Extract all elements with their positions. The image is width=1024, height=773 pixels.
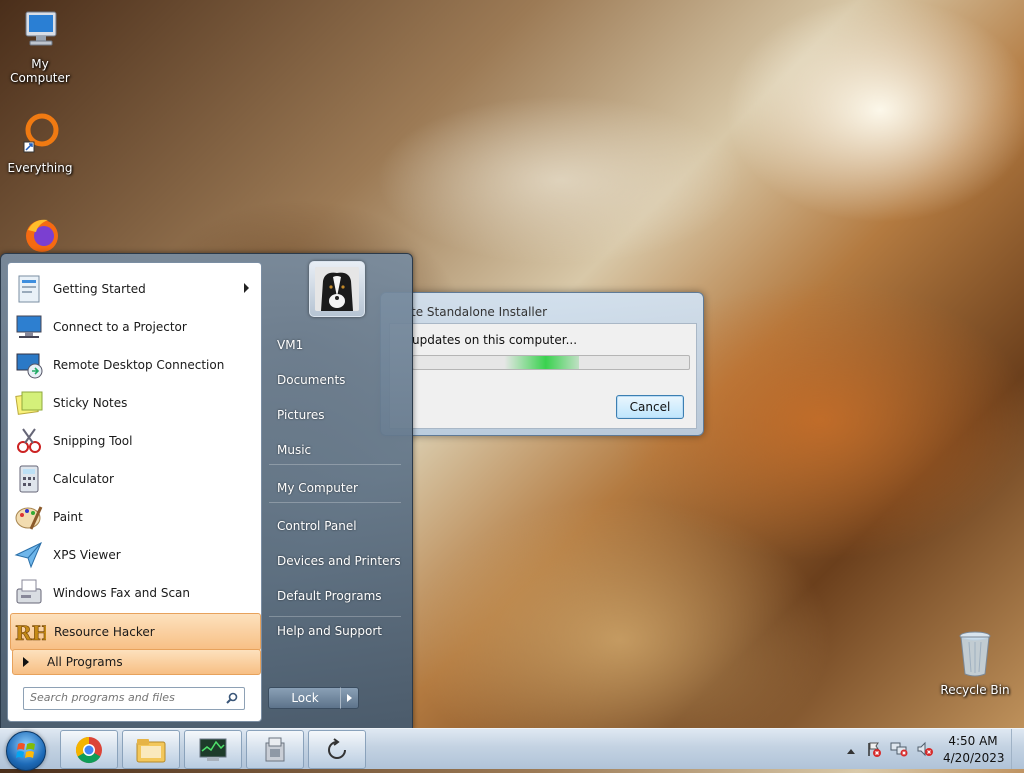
start-menu-right-item[interactable]: Music bbox=[277, 443, 311, 457]
start-menu-right-item[interactable]: Default Programs bbox=[277, 589, 382, 603]
start-menu-program-item[interactable]: Calculator bbox=[10, 461, 259, 497]
taskbar-task-manager-button[interactable] bbox=[184, 730, 242, 769]
dialog-title: te Standalone Installer bbox=[411, 305, 548, 319]
user-avatar[interactable] bbox=[309, 261, 365, 317]
search-icon[interactable] bbox=[226, 692, 238, 707]
taskbar-clock[interactable]: 4:50 AM 4/20/2023 bbox=[943, 733, 1005, 767]
clock-time: 4:50 AM bbox=[948, 734, 998, 748]
computer-icon bbox=[0, 8, 80, 55]
fax-scan-icon bbox=[13, 577, 45, 609]
all-programs-button[interactable]: All Programs bbox=[12, 649, 261, 675]
desktop-icon-label: Everything bbox=[7, 161, 73, 175]
desktop-icon-everything[interactable]: Everything bbox=[0, 112, 80, 175]
windows-logo-icon bbox=[16, 743, 35, 758]
dialog-message: updates on this computer... bbox=[412, 333, 578, 347]
remote-desktop-icon bbox=[13, 349, 45, 381]
sticky-notes-icon bbox=[13, 387, 45, 419]
start-menu-right-item[interactable]: Pictures bbox=[277, 408, 325, 422]
start-menu: Getting Started Connect to a Projector Rem… bbox=[0, 253, 413, 730]
search-input[interactable] bbox=[24, 688, 220, 707]
start-menu-right-item[interactable]: Help and Support bbox=[277, 624, 382, 638]
desktop-icon-label: Recycle Bin bbox=[940, 683, 1010, 697]
projector-icon bbox=[13, 311, 45, 343]
start-menu-right-item[interactable]: Documents bbox=[277, 373, 345, 387]
start-menu-right-item[interactable]: VM1 bbox=[277, 338, 303, 352]
start-menu-program-item[interactable]: Windows Fax and Scan bbox=[10, 575, 259, 611]
clock-date: 4/20/2023 bbox=[943, 751, 1005, 765]
menu-separator bbox=[269, 502, 401, 503]
snipping-tool-icon bbox=[13, 425, 45, 457]
everything-icon bbox=[0, 112, 80, 159]
program-label: Resource Hacker bbox=[54, 625, 155, 639]
arrow-right-icon bbox=[23, 657, 29, 667]
menu-separator bbox=[269, 616, 401, 617]
taskbar-chrome-button[interactable] bbox=[60, 730, 118, 769]
refresh-icon bbox=[328, 737, 346, 759]
chrome-icon bbox=[75, 736, 102, 763]
start-search-box[interactable] bbox=[23, 687, 245, 710]
show-hidden-icons-arrow[interactable] bbox=[846, 744, 856, 758]
start-menu-program-item[interactable]: Getting Started bbox=[10, 271, 259, 307]
program-label: XPS Viewer bbox=[53, 548, 121, 562]
program-label: Remote Desktop Connection bbox=[53, 358, 225, 372]
desktop-icon-label: My Computer bbox=[10, 57, 70, 85]
action-center-flag-icon[interactable] bbox=[866, 741, 882, 760]
submenu-arrow-icon bbox=[244, 283, 249, 293]
start-menu-program-item[interactable]: Connect to a Projector bbox=[10, 309, 259, 345]
dog-avatar-icon bbox=[315, 267, 359, 311]
taskbar-explorer-button[interactable] bbox=[122, 730, 180, 769]
all-programs-label: All Programs bbox=[47, 655, 123, 669]
installer-icon bbox=[265, 737, 285, 761]
program-label: Paint bbox=[53, 510, 83, 524]
cancel-button[interactable]: Cancel bbox=[616, 395, 684, 419]
xps-viewer-icon bbox=[13, 539, 45, 571]
calculator-icon bbox=[13, 463, 45, 495]
program-label: Sticky Notes bbox=[53, 396, 128, 410]
start-menu-program-item[interactable]: Snipping Tool bbox=[10, 423, 259, 459]
start-menu-right-item[interactable]: Control Panel bbox=[277, 519, 357, 533]
network-icon[interactable] bbox=[890, 741, 908, 760]
start-menu-program-item[interactable]: Remote Desktop Connection bbox=[10, 347, 259, 383]
start-menu-programs-pane: Getting Started Connect to a Projector Rem… bbox=[7, 262, 262, 722]
start-menu-program-item[interactable]: XPS Viewer bbox=[10, 537, 259, 573]
program-label: Getting Started bbox=[53, 282, 146, 296]
taskbar-refresh-button[interactable] bbox=[308, 730, 366, 769]
program-label: Windows Fax and Scan bbox=[53, 586, 191, 600]
show-desktop-button[interactable] bbox=[1011, 729, 1024, 769]
start-menu-right-item[interactable]: Devices and Printers bbox=[277, 554, 401, 568]
volume-muted-icon[interactable] bbox=[916, 741, 934, 760]
installer-dialog: te Standalone Installer updates on this … bbox=[380, 292, 704, 436]
program-label: Snipping Tool bbox=[53, 434, 133, 448]
program-label: Connect to a Projector bbox=[53, 320, 187, 334]
desktop-icon-my-computer[interactable]: My Computer bbox=[0, 8, 80, 85]
lock-button[interactable]: Lock bbox=[268, 687, 342, 709]
task-manager-icon bbox=[199, 738, 227, 761]
start-button[interactable] bbox=[6, 731, 46, 771]
paint-icon bbox=[13, 501, 45, 533]
progress-bar bbox=[412, 355, 690, 370]
taskbar-installer-button[interactable] bbox=[246, 730, 304, 769]
taskbar: 4:50 AM 4/20/2023 bbox=[0, 728, 1024, 771]
menu-separator bbox=[269, 464, 401, 465]
progress-fill bbox=[413, 356, 579, 369]
start-menu-program-item[interactable]: Sticky Notes bbox=[10, 385, 259, 421]
desktop-icon-recycle-bin[interactable]: Recycle Bin bbox=[935, 630, 1015, 697]
program-label: Calculator bbox=[53, 472, 114, 486]
start-menu-program-item[interactable]: RH Resource Hacker bbox=[10, 613, 261, 651]
file-explorer-icon bbox=[136, 738, 166, 762]
start-menu-program-item[interactable]: Paint bbox=[10, 499, 259, 535]
dialog-body: updates on this computer... Cancel bbox=[389, 323, 697, 429]
recycle-bin-icon bbox=[935, 630, 1015, 681]
start-menu-right-item[interactable]: My Computer bbox=[277, 481, 358, 495]
getting-started-icon bbox=[13, 273, 45, 305]
svg-text:RH: RH bbox=[15, 621, 46, 645]
arrow-right-icon bbox=[347, 694, 352, 702]
resource-hacker-icon: RH bbox=[14, 616, 46, 648]
firefox-icon bbox=[0, 214, 80, 257]
power-options-arrow-button[interactable] bbox=[340, 687, 359, 709]
